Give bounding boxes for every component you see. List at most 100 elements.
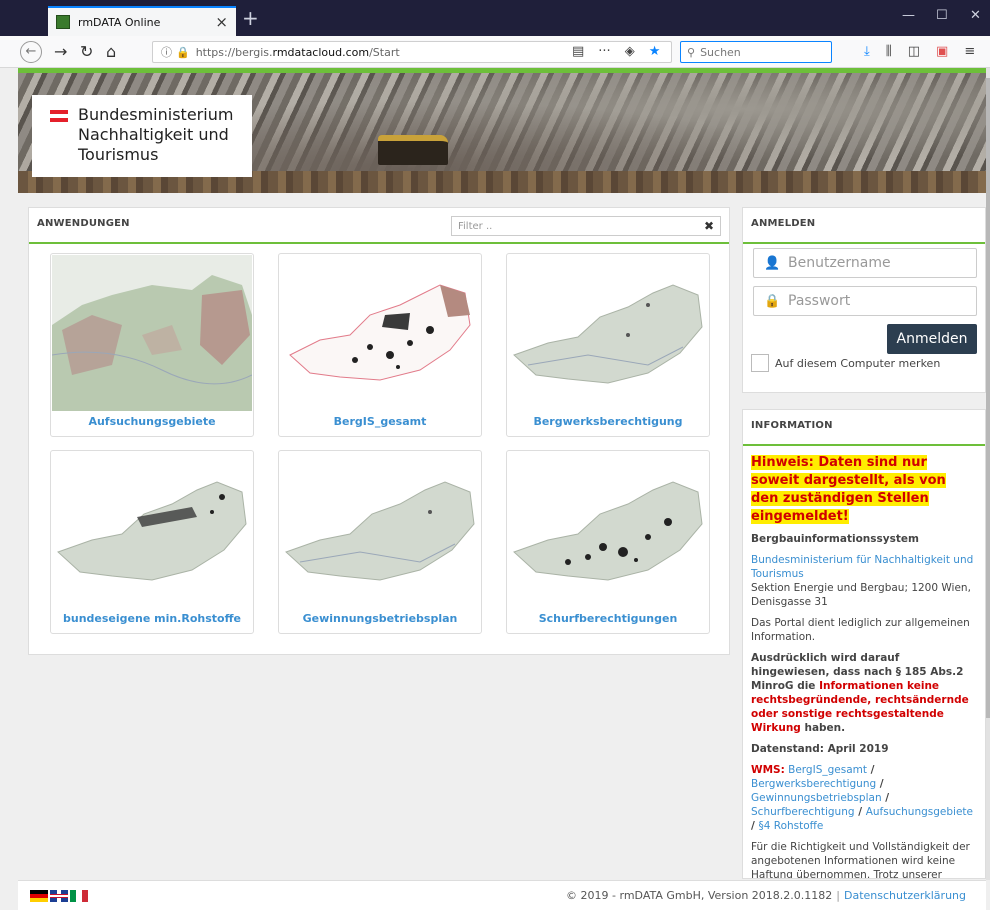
library-icon[interactable]: ⫼	[886, 44, 892, 59]
map-thumbnail	[508, 452, 708, 608]
map-thumbnail	[508, 255, 708, 411]
english-flag-icon[interactable]	[50, 890, 68, 902]
app-card-bergis-gesamt[interactable]: BergIS_gesamt	[278, 253, 482, 437]
user-icon: 👤	[764, 255, 781, 271]
data-date: Datenstand: April 2019	[751, 743, 889, 755]
download-icon[interactable]: ⤓	[864, 44, 870, 59]
search-placeholder: Suchen	[700, 45, 741, 59]
browser-tab[interactable]: rmDATA Online ×	[48, 6, 236, 36]
username-placeholder: Benutzername	[788, 255, 891, 271]
wms-label: WMS:	[751, 764, 785, 776]
map-thumbnail	[52, 452, 252, 608]
portal-note: Das Portal dient lediglich zur allgemein…	[751, 617, 970, 643]
privacy-link[interactable]: Datenschutzerklärung	[844, 889, 966, 902]
app-card-gewinnungsbetriebsplan[interactable]: Gewinnungsbetriebsplan	[278, 450, 482, 634]
app-card-schurfberechtigungen[interactable]: Schurfberechtigungen	[506, 450, 710, 634]
footer-separator: |	[836, 889, 841, 902]
password-input[interactable]: 🔒 Passwort	[753, 286, 977, 316]
map-thumbnail	[280, 255, 480, 411]
login-button[interactable]: Anmelden	[887, 324, 977, 354]
page-actions-icon[interactable]: ···	[598, 44, 610, 59]
browser-navbar: ← → ↻ ⌂ ⓘ 🔒 https://bergis. rmdatacloud.c…	[0, 36, 990, 68]
page-footer: © 2019 - rmDATA GmbH, Version 2018.2.0.1…	[18, 880, 986, 910]
page-scrollbar-thumb[interactable]	[986, 78, 990, 718]
language-switcher	[30, 890, 88, 902]
ministry-link[interactable]: Bundesministerium für Nachhaltigkeit und…	[751, 554, 973, 580]
app-card-title: Gewinnungsbetriebsplan	[302, 612, 458, 625]
url-tools: ▤ ··· ◈ ★	[572, 44, 660, 59]
remember-label: Auf diesem Computer merken	[775, 356, 941, 370]
italian-flag-icon[interactable]	[70, 890, 88, 902]
wms-link-bergis-gesamt[interactable]: BergIS_gesamt	[788, 764, 867, 776]
logo-line-3: Tourismus	[78, 145, 159, 164]
filter-input[interactable]: Filter .. ✖	[451, 216, 721, 236]
ministry-logo[interactable]: Bundesministerium Nachhaltigkeit und Tou…	[32, 95, 252, 177]
forward-arrow-icon[interactable]: →	[54, 42, 67, 62]
back-arrow-icon[interactable]: ←	[20, 41, 42, 63]
reload-icon[interactable]: ↻	[80, 42, 93, 62]
password-placeholder: Passwort	[788, 293, 851, 309]
logo-line-2: Nachhaltigkeit und	[78, 125, 229, 144]
sidebar-icon[interactable]: ◫	[908, 44, 920, 59]
app-card-bundeseigene-min-rohstoffe[interactable]: bundeseigene min.Rohstoffe	[50, 450, 254, 634]
wms-link-bergwerksberechtigung[interactable]: Bergwerksberechtigung	[751, 778, 876, 790]
wms-link-aufsuchungsgebiete[interactable]: Aufsuchungsgebiete	[866, 806, 973, 818]
minimize-icon[interactable]: —	[902, 8, 915, 23]
home-icon[interactable]: ⌂	[106, 42, 116, 62]
username-input[interactable]: 👤 Benutzername	[753, 248, 977, 278]
logo-line-1: Bundesministerium	[78, 105, 234, 124]
system-title: Bergbauinformationssystem	[751, 533, 919, 545]
menu-icon[interactable]: ≡	[964, 44, 975, 59]
austria-flag-icon	[50, 110, 68, 122]
app-card-title: bundeseigene min.Rohstoffe	[63, 612, 241, 625]
magnifier-icon: ⚲	[687, 45, 696, 59]
information-panel: INFORMATION Hinweis: Daten sind nur sowe…	[742, 409, 986, 879]
app-card-aufsuchungsgebiete[interactable]: Aufsuchungsgebiete	[50, 253, 254, 437]
maximize-icon[interactable]: ☐	[936, 8, 948, 23]
wms-separator: /	[867, 764, 875, 776]
wms-separator: /	[876, 778, 884, 790]
ministry-address: Sektion Energie und Bergbau; 1200 Wien, …	[751, 582, 971, 608]
wms-link-gewinnungsbetriebsplan[interactable]: Gewinnungsbetriebsplan	[751, 792, 882, 804]
map-thumbnail	[280, 452, 480, 608]
disclaimer: Für die Richtigkeit und Vollständigkeit …	[751, 841, 970, 879]
map-thumbnail	[52, 255, 252, 411]
url-path: /Start	[369, 45, 400, 59]
footer-copyright: © 2019 - rmDATA GmbH, Version 2018.2.0.1…	[566, 889, 966, 902]
new-tab-button[interactable]: +	[242, 6, 259, 30]
app-card-bergwerksberechtigung[interactable]: Bergwerksberechtigung	[506, 253, 710, 437]
wms-link-rohstoffe[interactable]: §4 Rohstoffe	[759, 820, 824, 832]
app-card-title: Aufsuchungsgebiete	[88, 415, 216, 428]
wms-separator: /	[881, 792, 890, 804]
wms-link-schurfberechtigung[interactable]: Schurfberechtigung	[751, 806, 855, 818]
browser-titlebar: rmDATA Online × + — ☐ ✕	[0, 0, 990, 36]
app-card-title: Schurfberechtigungen	[538, 612, 678, 625]
wms-separator: /	[854, 806, 866, 818]
url-domain: rmdatacloud.com	[272, 45, 370, 59]
filter-clear-icon[interactable]: ✖	[704, 219, 714, 233]
remember-checkbox[interactable]	[751, 354, 769, 372]
pocket-icon[interactable]: ◈	[625, 44, 635, 59]
site-favicon-icon	[56, 15, 70, 29]
filter-placeholder: Filter ..	[458, 220, 493, 232]
german-flag-icon[interactable]	[30, 890, 48, 902]
app-card-title: BergIS_gesamt	[333, 415, 427, 428]
legal-notice-part-b: haben.	[800, 722, 846, 734]
reader-view-icon[interactable]: ▤	[572, 44, 584, 59]
mining-truck-image	[378, 135, 448, 165]
browser-search-input[interactable]: ⚲ Suchen	[680, 41, 832, 63]
lock-icon: 🔒	[176, 45, 190, 59]
copyright-text: © 2019 - rmDATA GmbH, Version 2018.2.0.1…	[566, 889, 833, 902]
wms-links: WMS: BergIS_gesamt / Bergwerksberechtigu…	[751, 763, 977, 833]
wms-separator: /	[751, 820, 759, 832]
tab-close-icon[interactable]: ×	[215, 13, 228, 31]
login-panel: ANMELDEN 👤 Benutzername 🔒 Passwort Anmel…	[742, 207, 986, 393]
extension-icon[interactable]: ▣	[936, 44, 948, 59]
window-close-icon[interactable]: ✕	[970, 8, 981, 23]
login-header: ANMELDEN	[743, 208, 985, 244]
app-card-title: Bergwerksberechtigung	[533, 415, 683, 428]
bookmark-star-icon[interactable]: ★	[649, 44, 661, 59]
tab-title: rmDATA Online	[78, 15, 161, 29]
info-icon[interactable]: ⓘ	[161, 44, 172, 60]
data-notice-highlight: Hinweis: Daten sind nur soweit dargestel…	[751, 455, 946, 524]
